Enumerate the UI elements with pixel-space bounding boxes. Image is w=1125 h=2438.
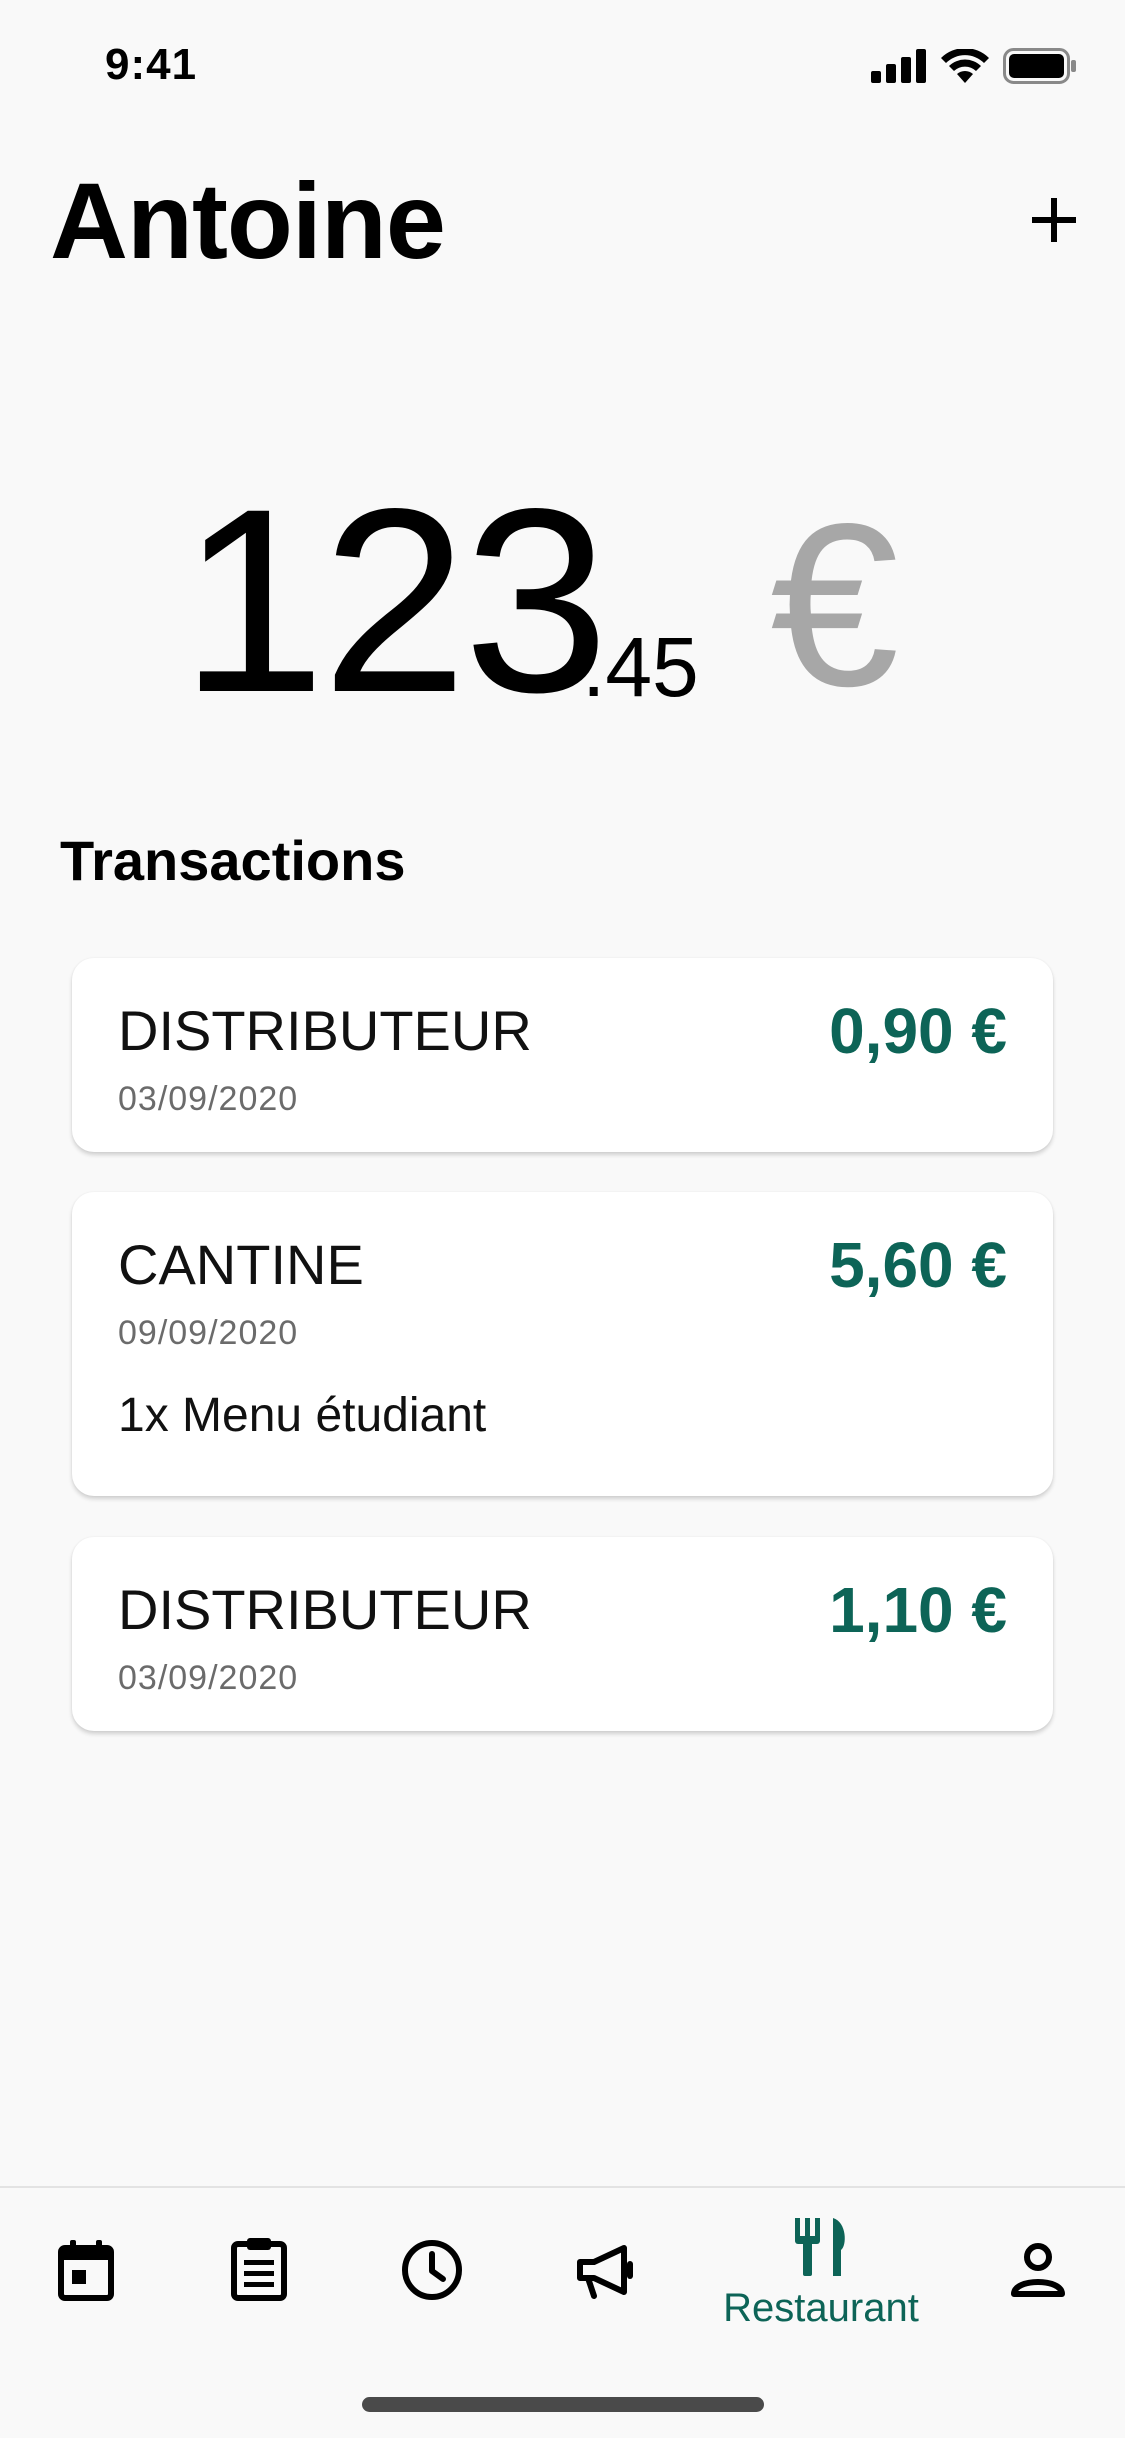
status-icons (871, 48, 1077, 84)
page-title: Antoine (50, 160, 446, 281)
nav-label-restaurant: Restaurant (723, 2286, 919, 2330)
transaction-date: 03/09/2020 (118, 1080, 299, 1118)
nav-item-calendar[interactable] (16, 2188, 156, 2338)
plus-icon (1032, 198, 1076, 242)
cellular-signal-icon (871, 49, 926, 83)
balance-display: 123 .45 € (180, 454, 980, 747)
nav-item-restaurant[interactable]: Restaurant (716, 2188, 926, 2338)
transaction-name: CANTINE (118, 1233, 364, 1296)
clock-icon (402, 2240, 462, 2300)
nav-item-profile[interactable] (968, 2188, 1108, 2338)
home-indicator (362, 2397, 764, 2412)
clipboard-icon (231, 2238, 287, 2301)
transaction-amount: 5,60 € (829, 1229, 1007, 1301)
transaction-detail: 1x Menu étudiant (118, 1389, 487, 1442)
transaction-name: DISTRIBUTEUR (118, 1578, 532, 1641)
transaction-card[interactable]: CANTINE 09/09/2020 5,60 € 1x Menu étudia… (72, 1192, 1053, 1496)
transaction-amount: 0,90 € (829, 995, 1007, 1067)
transaction-amount: 1,10 € (829, 1574, 1007, 1646)
fork-knife-icon (795, 2218, 845, 2276)
user-icon (1011, 2243, 1065, 2297)
megaphone-icon (577, 2245, 633, 2299)
transaction-date: 09/09/2020 (118, 1314, 299, 1352)
nav-item-clipboard[interactable] (189, 2188, 329, 2338)
balance-decimal: .45 (582, 620, 699, 714)
nav-item-announcements[interactable] (536, 2188, 676, 2338)
balance-integer: 123 (180, 454, 609, 747)
balance-currency: € (770, 476, 900, 735)
transaction-name: DISTRIBUTEUR (118, 999, 532, 1062)
calendar-icon (58, 2240, 114, 2301)
battery-icon (1003, 48, 1076, 84)
transaction-card[interactable]: DISTRIBUTEUR 03/09/2020 0,90 € (72, 958, 1053, 1152)
transaction-date: 03/09/2020 (118, 1659, 299, 1697)
transaction-card[interactable]: DISTRIBUTEUR 03/09/2020 1,10 € (72, 1537, 1053, 1731)
add-button[interactable] (1022, 188, 1086, 252)
transactions-heading: Transactions (60, 829, 406, 892)
nav-item-history[interactable] (362, 2188, 502, 2338)
wifi-icon (941, 49, 989, 83)
status-time: 9:41 (105, 40, 198, 89)
